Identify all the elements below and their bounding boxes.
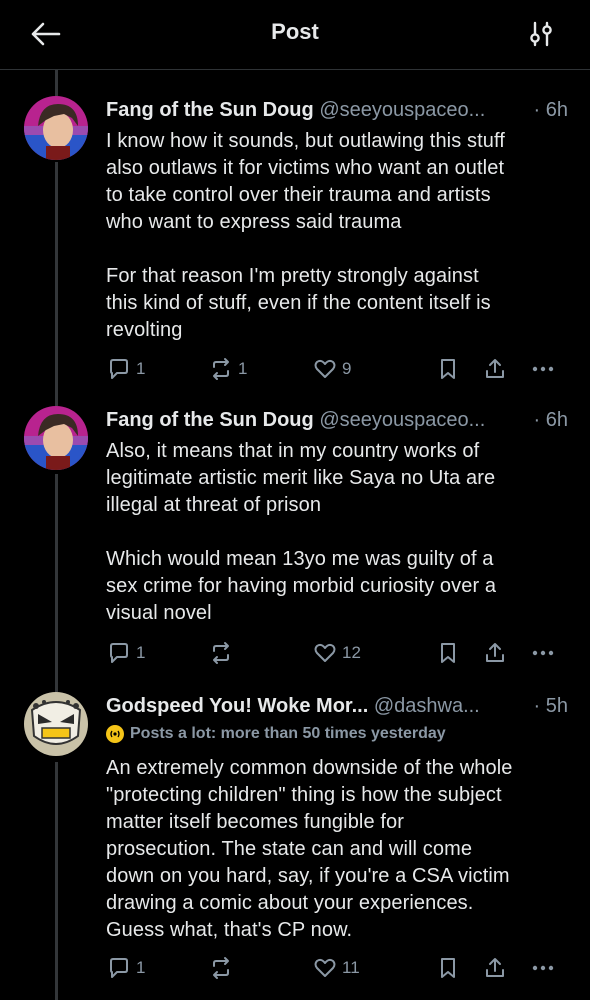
reply-icon bbox=[110, 643, 128, 663]
reply-count: 1 bbox=[136, 643, 146, 662]
more-button[interactable] bbox=[530, 953, 556, 983]
bookmark-icon bbox=[441, 643, 455, 663]
post-text: An extremely common downside of the whol… bbox=[106, 757, 513, 941]
bookmark-button[interactable] bbox=[435, 953, 461, 983]
post-actions: 1 12 bbox=[0, 638, 590, 668]
like-button[interactable]: 12 bbox=[312, 638, 361, 668]
user-handle[interactable]: @dashwa... bbox=[374, 695, 480, 717]
badge-text: Posts a lot: more than 50 times yesterda… bbox=[130, 725, 446, 742]
display-name[interactable]: Fang of the Sun Doug bbox=[106, 99, 314, 121]
broadcast-icon bbox=[106, 725, 124, 743]
reply-button[interactable]: 1 bbox=[106, 638, 145, 668]
bookmark-icon bbox=[441, 359, 455, 379]
share-icon bbox=[486, 958, 504, 977]
like-button[interactable]: 9 bbox=[312, 354, 351, 384]
repost-icon bbox=[213, 957, 229, 979]
display-name[interactable]: Godspeed You! Woke Mor... bbox=[106, 695, 368, 717]
reply-count: 1 bbox=[136, 958, 146, 977]
post-actions: 1 11 bbox=[0, 953, 590, 983]
avatar[interactable] bbox=[24, 96, 88, 160]
heart-icon bbox=[314, 643, 336, 662]
page-title: Post bbox=[271, 19, 319, 44]
activity-badge: Posts a lot: more than 50 times yesterda… bbox=[106, 725, 446, 743]
heart-icon bbox=[314, 958, 336, 977]
like-count: 9 bbox=[342, 359, 352, 378]
like-count: 11 bbox=[342, 958, 360, 977]
heart-icon bbox=[314, 359, 336, 378]
repost-button[interactable]: 1 bbox=[208, 354, 247, 384]
avatar[interactable] bbox=[24, 406, 88, 470]
post-text: I know how it sounds, but outlawing this… bbox=[106, 130, 505, 341]
like-count: 12 bbox=[342, 643, 361, 662]
user-handle[interactable]: @seeyouspaceo... bbox=[319, 99, 485, 121]
more-icon bbox=[532, 965, 554, 971]
share-button[interactable] bbox=[482, 354, 508, 384]
bookmark-button[interactable] bbox=[435, 638, 461, 668]
user-handle[interactable]: @seeyouspaceo... bbox=[319, 409, 485, 431]
share-icon bbox=[486, 643, 504, 662]
display-name[interactable]: Fang of the Sun Doug bbox=[106, 409, 314, 431]
repost-button[interactable] bbox=[208, 638, 234, 668]
reply-button[interactable]: 1 bbox=[106, 953, 145, 983]
sliders-icon[interactable] bbox=[526, 20, 556, 48]
like-button[interactable]: 11 bbox=[312, 953, 360, 983]
more-icon bbox=[532, 366, 554, 372]
post-actions: 1 1 9 bbox=[0, 354, 590, 384]
timestamp[interactable]: · 6h bbox=[529, 406, 568, 434]
timestamp[interactable]: · 6h bbox=[529, 96, 568, 124]
timestamp[interactable]: · 5h bbox=[529, 692, 568, 720]
more-icon bbox=[532, 650, 554, 656]
avatar[interactable] bbox=[24, 692, 88, 756]
share-button[interactable] bbox=[482, 638, 508, 668]
repost-icon bbox=[213, 358, 229, 380]
repost-count: 1 bbox=[238, 359, 248, 378]
repost-icon bbox=[213, 642, 229, 664]
share-icon bbox=[486, 359, 504, 378]
reply-icon bbox=[110, 359, 128, 379]
post-text: Also, it means that in my country works … bbox=[106, 440, 497, 624]
bookmark-icon bbox=[441, 958, 455, 978]
thread-line bbox=[55, 70, 58, 96]
bookmark-button[interactable] bbox=[435, 354, 461, 384]
reply-count: 1 bbox=[136, 359, 146, 378]
reply-button[interactable]: 1 bbox=[106, 354, 145, 384]
repost-button[interactable] bbox=[208, 953, 234, 983]
reply-icon bbox=[110, 958, 128, 978]
top-bar: Post bbox=[0, 0, 590, 70]
more-button[interactable] bbox=[530, 638, 556, 668]
more-button[interactable] bbox=[530, 354, 556, 384]
share-button[interactable] bbox=[482, 953, 508, 983]
